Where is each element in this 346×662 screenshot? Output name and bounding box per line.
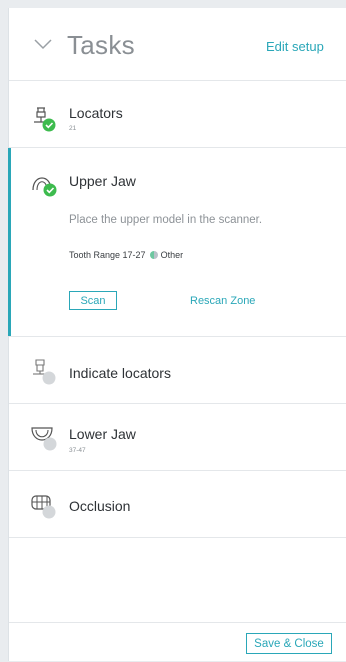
save-close-button[interactable]: Save & Close	[246, 633, 332, 654]
task-name: Locators	[69, 105, 123, 121]
tasks-header: Tasks Edit setup	[9, 8, 346, 81]
task-indicate-locators[interactable]: Indicate locators	[9, 337, 346, 404]
tooth-range-label: Tooth Range 17-27	[69, 250, 146, 260]
task-name: Lower Jaw	[69, 426, 136, 442]
task-panel: Tasks Edit setup Locators 21 Upper Jaw P…	[8, 8, 346, 661]
task-name: Indicate locators	[69, 365, 171, 381]
task-occlusion[interactable]: Occlusion	[9, 471, 346, 538]
task-teeth: 37-47	[69, 447, 86, 454]
task-name: Upper Jaw	[69, 173, 136, 189]
page-title: Tasks	[67, 30, 135, 60]
locator-icon	[34, 107, 56, 132]
indicate-locators-icon	[33, 359, 56, 385]
scan-button[interactable]: Scan	[69, 291, 117, 310]
tooth-range: Tooth Range 17-27 Other	[69, 250, 183, 260]
task-teeth: 21	[69, 125, 77, 132]
material-dot-icon	[149, 251, 158, 259]
panel-footer: Save & Close	[9, 622, 346, 662]
active-indicator	[8, 148, 11, 336]
upper-jaw-icon	[32, 177, 57, 197]
task-upper-jaw[interactable]: Upper Jaw Place the upper model in the s…	[8, 148, 346, 337]
edit-setup-link[interactable]: Edit setup	[266, 39, 324, 54]
occlusion-icon	[31, 495, 56, 519]
lower-jaw-icon	[31, 427, 57, 451]
rescan-zone-link[interactable]: Rescan Zone	[190, 295, 255, 307]
tooth-range-tag: Other	[160, 250, 184, 260]
task-instruction: Place the upper model in the scanner.	[69, 214, 263, 226]
task-lower-jaw[interactable]: Lower Jaw 37-47	[9, 404, 346, 471]
chevron-down-icon[interactable]	[33, 38, 53, 50]
task-locators[interactable]: Locators 21	[9, 81, 346, 148]
task-name: Occlusion	[69, 498, 131, 514]
